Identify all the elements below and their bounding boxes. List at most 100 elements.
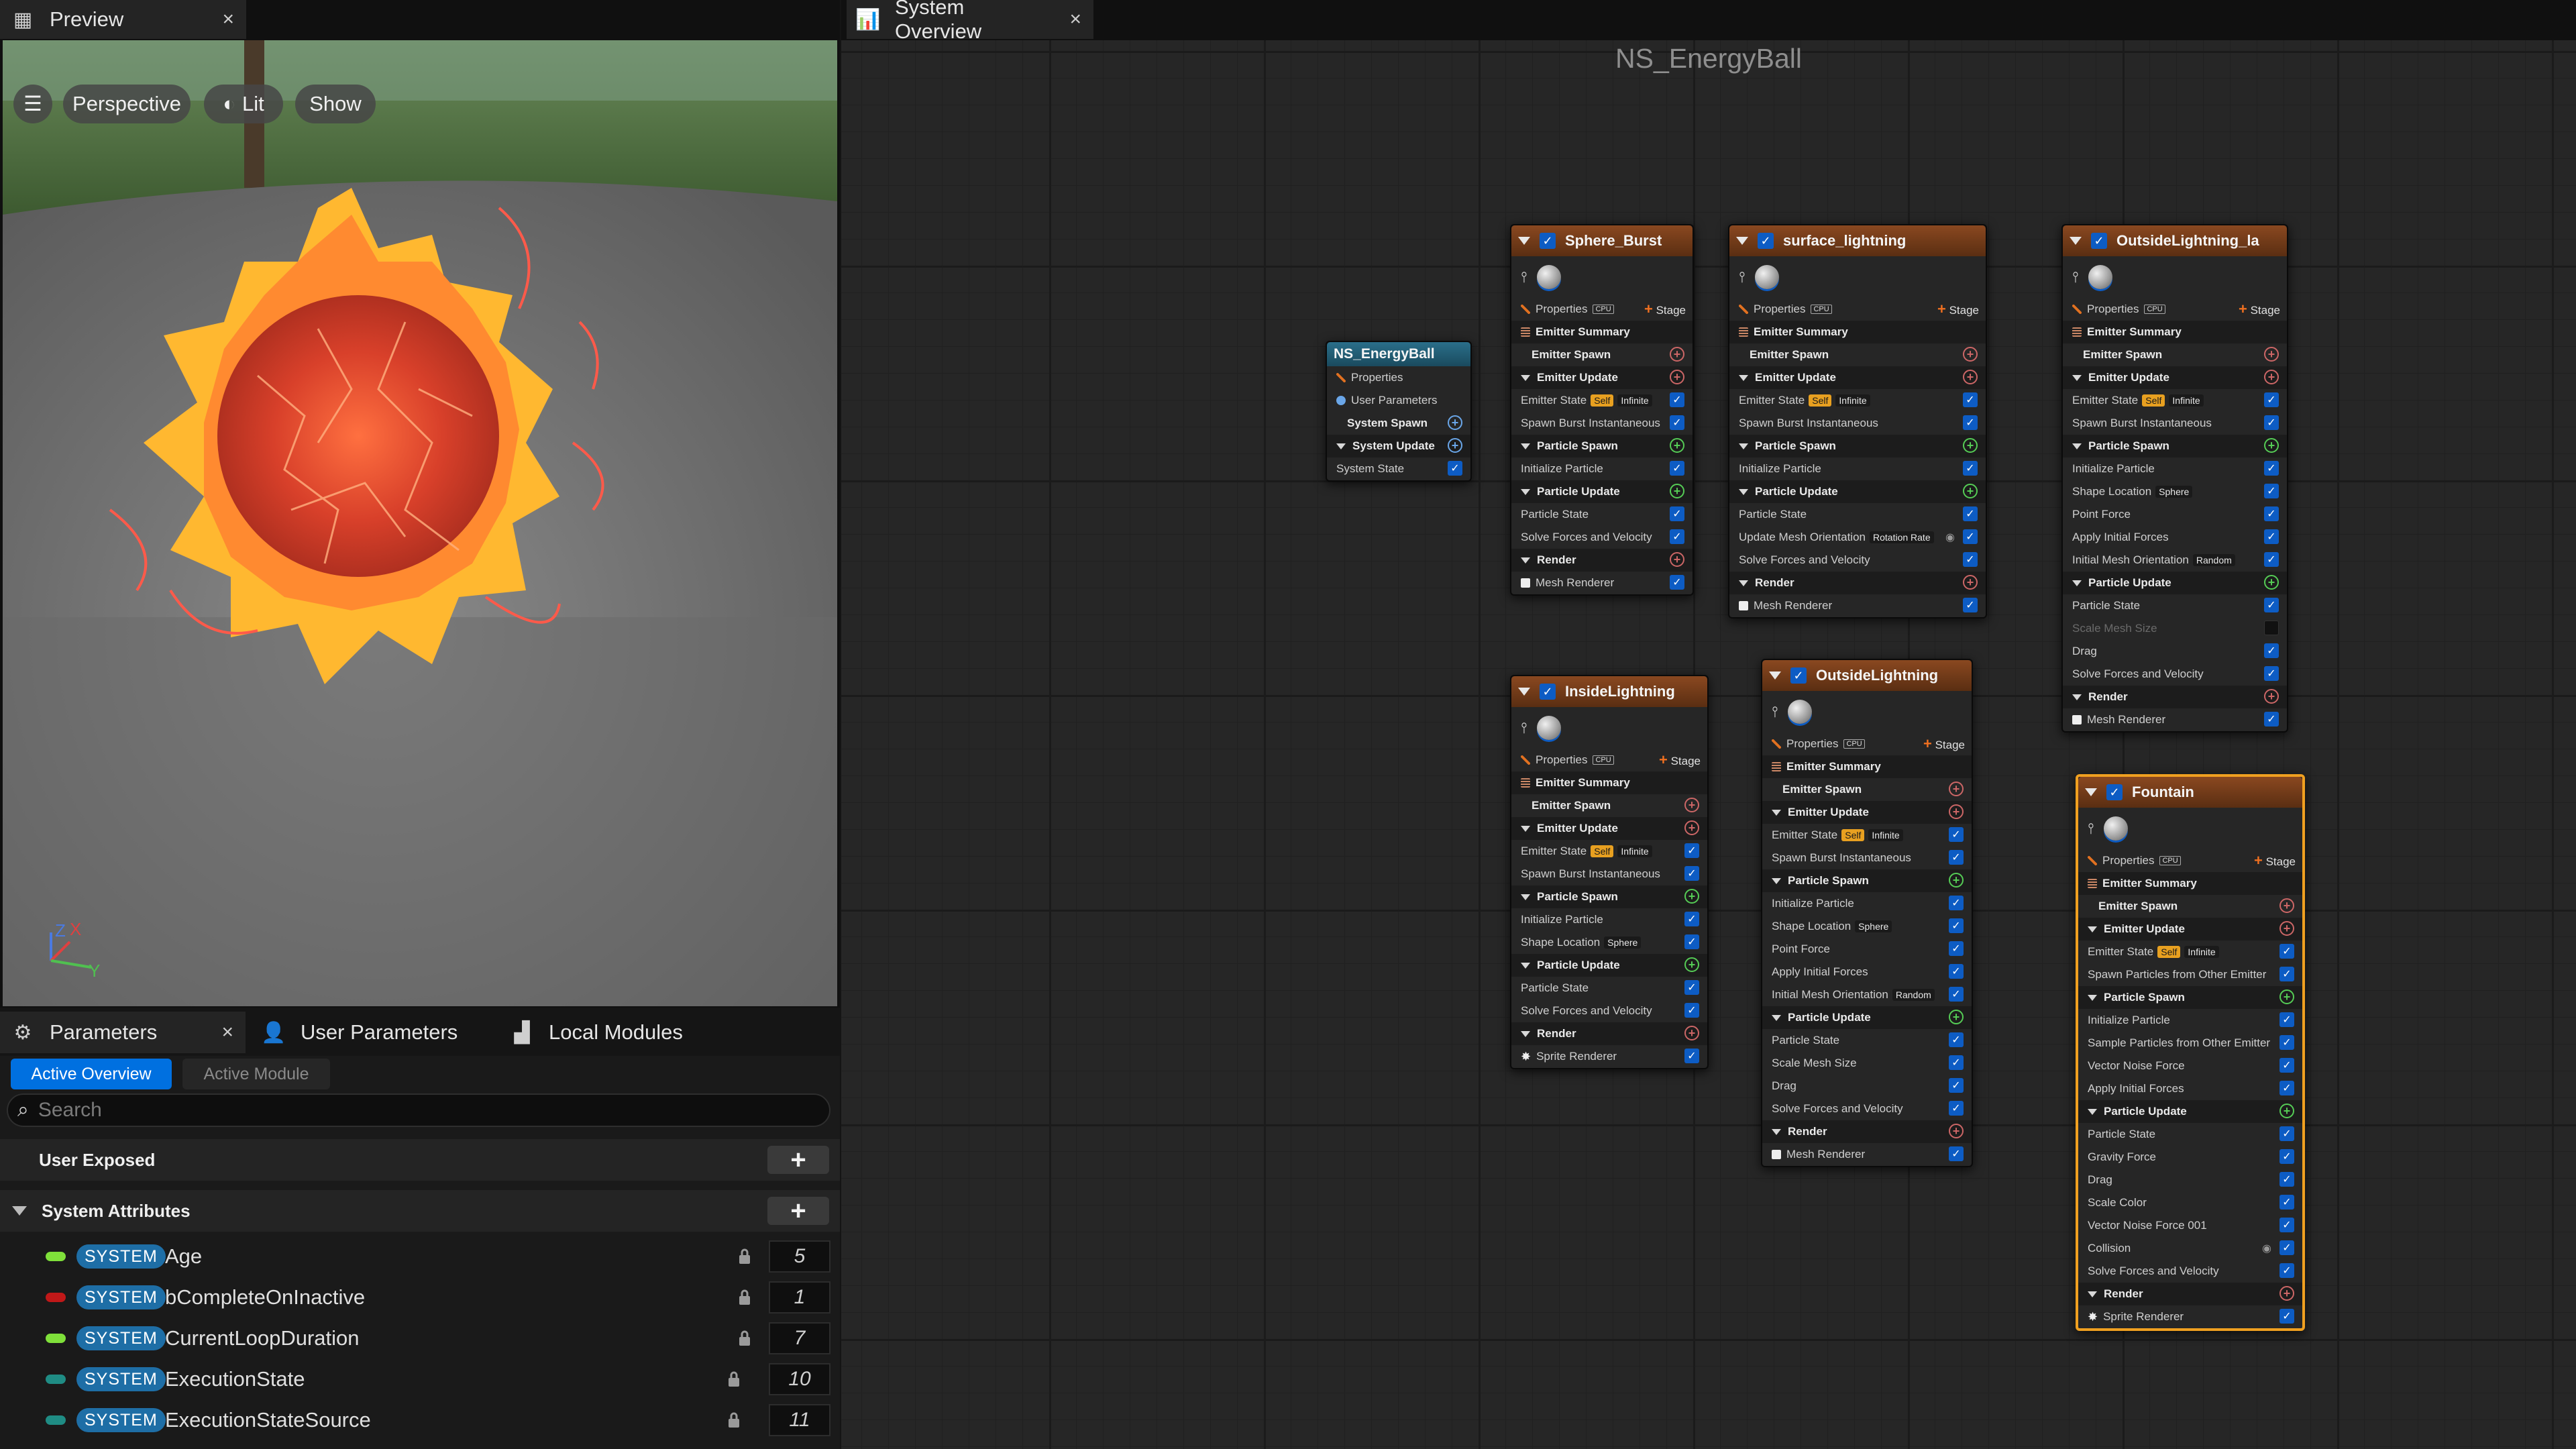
- add-module-icon[interactable]: +: [1670, 347, 1684, 362]
- particle-update-row[interactable]: Particle Update +: [1511, 954, 1707, 977]
- render-row[interactable]: Render +: [2063, 686, 2287, 708]
- renderer-row[interactable]: Mesh Renderer ✓: [2063, 708, 2287, 731]
- add-module-icon[interactable]: +: [1963, 484, 1978, 498]
- module-enabled-checkbox[interactable]: [2264, 621, 2279, 635]
- close-icon[interactable]: ×: [221, 1021, 233, 1044]
- renderer-row[interactable]: ✸ Sprite Renderer ✓: [1511, 1045, 1707, 1068]
- add-stage-button[interactable]: + Stage: [1923, 735, 1965, 753]
- emitter-update-row[interactable]: Emitter Update +: [2078, 918, 2302, 941]
- emitter-node[interactable]: ✓ surface_lightning ⫯ Properties CPU + Stage E…: [1728, 224, 1987, 619]
- module-row[interactable]: Initial Mesh Orientation Random ✓: [2063, 549, 2287, 572]
- tab-user-parameters[interactable]: 👤 User Parameters: [261, 1012, 458, 1053]
- module-row[interactable]: Initialize Particle ✓: [2063, 458, 2287, 480]
- module-row[interactable]: Spawn Burst Instantaneous ✓: [1762, 847, 1972, 869]
- add-module-icon[interactable]: +: [1949, 873, 1964, 888]
- particle-update-row[interactable]: Particle Update +: [1762, 1006, 1972, 1029]
- module-row[interactable]: Shape Location Sphere ✓: [1762, 915, 1972, 938]
- add-module-icon[interactable]: +: [1670, 552, 1684, 567]
- add-module-icon[interactable]: +: [2264, 438, 2279, 453]
- tab-local-modules[interactable]: ▟ Local Modules: [510, 1012, 682, 1053]
- particle-spawn-row[interactable]: Particle Spawn +: [1762, 869, 1972, 892]
- properties-row[interactable]: Properties CPU + Stage: [1729, 298, 1986, 321]
- module-row[interactable]: Solve Forces and Velocity ✓: [2063, 663, 2287, 686]
- system-overview-graph[interactable]: [841, 40, 2576, 1449]
- module-row[interactable]: Spawn Burst Instantaneous ✓: [1511, 863, 1707, 885]
- emitter-node[interactable]: ✓ OutsideLightning_la ⫯ Properties CPU + Stag…: [2061, 224, 2288, 733]
- add-module-icon[interactable]: +: [1448, 438, 1462, 453]
- module-enabled-checkbox[interactable]: ✓: [1684, 980, 1699, 995]
- module-enabled-checkbox[interactable]: ✓: [1949, 1055, 1964, 1070]
- emitter-node-header[interactable]: ✓ surface_lightning: [1729, 225, 1986, 256]
- module-row[interactable]: Particle State ✓: [2063, 594, 2287, 617]
- emitter-update-row[interactable]: Emitter Update +: [1511, 817, 1707, 840]
- module-enabled-checkbox[interactable]: ✓: [1949, 918, 1964, 933]
- add-module-icon[interactable]: +: [1670, 370, 1684, 384]
- module-row[interactable]: Particle State ✓: [1729, 503, 1986, 526]
- active-overview-toggle[interactable]: Active Overview: [11, 1059, 172, 1089]
- module-row[interactable]: Spawn Burst Instantaneous ✓: [2063, 412, 2287, 435]
- render-row[interactable]: Render +: [1729, 572, 1986, 594]
- render-row[interactable]: Render +: [1511, 549, 1693, 572]
- emitter-enabled-checkbox[interactable]: ✓: [1540, 233, 1556, 249]
- tab-system-overview[interactable]: 📊 System Overview ×: [847, 0, 1093, 43]
- module-row[interactable]: Initialize Particle ✓: [1762, 892, 1972, 915]
- attribute-row[interactable]: SYSTEM ExecutionState 10: [0, 1360, 840, 1399]
- emitter-summary-row[interactable]: Emitter Summary: [2078, 872, 2302, 895]
- emitter-enabled-checkbox[interactable]: ✓: [2106, 784, 2123, 800]
- add-module-icon[interactable]: +: [1684, 889, 1699, 904]
- add-module-icon[interactable]: +: [2279, 921, 2294, 936]
- module-enabled-checkbox[interactable]: ✓: [1949, 850, 1964, 865]
- module-row[interactable]: Drag ✓: [2063, 640, 2287, 663]
- add-module-icon[interactable]: +: [2279, 898, 2294, 913]
- module-row[interactable]: Apply Initial Forces ✓: [2063, 526, 2287, 549]
- particle-update-row[interactable]: Particle Update +: [2063, 572, 2287, 594]
- emitter-spawn-row[interactable]: Emitter Spawn +: [1729, 343, 1986, 366]
- add-module-icon[interactable]: +: [2264, 347, 2279, 362]
- module-enabled-checkbox[interactable]: ✓: [2279, 1172, 2294, 1187]
- module-row[interactable]: Gravity Force ✓: [2078, 1146, 2302, 1169]
- module-row[interactable]: Particle State ✓: [2078, 1123, 2302, 1146]
- system-attributes-section[interactable]: System Attributes +: [0, 1190, 840, 1232]
- add-module-icon[interactable]: +: [1963, 347, 1978, 362]
- particle-spawn-row[interactable]: Particle Spawn +: [1729, 435, 1986, 458]
- module-row[interactable]: Collision ◉ ✓: [2078, 1237, 2302, 1260]
- add-module-icon[interactable]: +: [1949, 1010, 1964, 1024]
- module-enabled-checkbox[interactable]: ✓: [1949, 1078, 1964, 1093]
- add-stage-button[interactable]: + Stage: [1644, 301, 1686, 318]
- module-enabled-checkbox[interactable]: ✓: [2264, 461, 2279, 476]
- particle-update-row[interactable]: Particle Update +: [1729, 480, 1986, 503]
- emitter-update-row[interactable]: Emitter Update +: [1511, 366, 1693, 389]
- module-enabled-checkbox[interactable]: ✓: [1949, 987, 1964, 1002]
- module-row[interactable]: Shape Location Sphere ✓: [2063, 480, 2287, 503]
- add-module-icon[interactable]: +: [2264, 575, 2279, 590]
- module-row[interactable]: Emitter State Self Infinite ✓: [2063, 389, 2287, 412]
- attribute-value[interactable]: 7: [769, 1322, 830, 1354]
- emitter-spawn-row[interactable]: Emitter Spawn +: [1511, 343, 1693, 366]
- module-enabled-checkbox[interactable]: ✓: [1684, 1003, 1699, 1018]
- module-row[interactable]: Scale Mesh Size: [2063, 617, 2287, 640]
- module-row[interactable]: Solve Forces and Velocity ✓: [2078, 1260, 2302, 1283]
- system-state-row[interactable]: System State ✓: [1327, 458, 1470, 480]
- module-enabled-checkbox[interactable]: ✓: [2279, 1081, 2294, 1095]
- module-enabled-checkbox[interactable]: ✓: [2279, 967, 2294, 981]
- module-row[interactable]: Emitter State Self Infinite ✓: [1511, 389, 1693, 412]
- module-enabled-checkbox[interactable]: ✓: [2264, 415, 2279, 430]
- render-row[interactable]: Render +: [2078, 1283, 2302, 1305]
- module-row[interactable]: Particle State ✓: [1511, 977, 1707, 1000]
- add-module-icon[interactable]: +: [1949, 804, 1964, 819]
- emitter-enabled-checkbox[interactable]: ✓: [1758, 233, 1774, 249]
- module-enabled-checkbox[interactable]: ✓: [1963, 415, 1978, 430]
- emitter-node-header[interactable]: ✓ OutsideLightning_la: [2063, 225, 2287, 256]
- module-row[interactable]: Initialize Particle ✓: [1511, 908, 1707, 931]
- module-enabled-checkbox[interactable]: ✓: [1963, 506, 1978, 521]
- module-enabled-checkbox[interactable]: ✓: [1949, 1146, 1964, 1161]
- module-row[interactable]: Emitter State Self Infinite ✓: [2078, 941, 2302, 963]
- add-module-icon[interactable]: +: [1670, 484, 1684, 498]
- eye-icon[interactable]: ◉: [2262, 1242, 2271, 1255]
- add-module-icon[interactable]: +: [2279, 1104, 2294, 1118]
- add-module-icon[interactable]: +: [2264, 370, 2279, 384]
- add-module-icon[interactable]: +: [1949, 1124, 1964, 1138]
- module-enabled-checkbox[interactable]: ✓: [1684, 934, 1699, 949]
- emitter-spawn-row[interactable]: Emitter Spawn +: [1511, 794, 1707, 817]
- module-enabled-checkbox[interactable]: ✓: [2279, 1195, 2294, 1210]
